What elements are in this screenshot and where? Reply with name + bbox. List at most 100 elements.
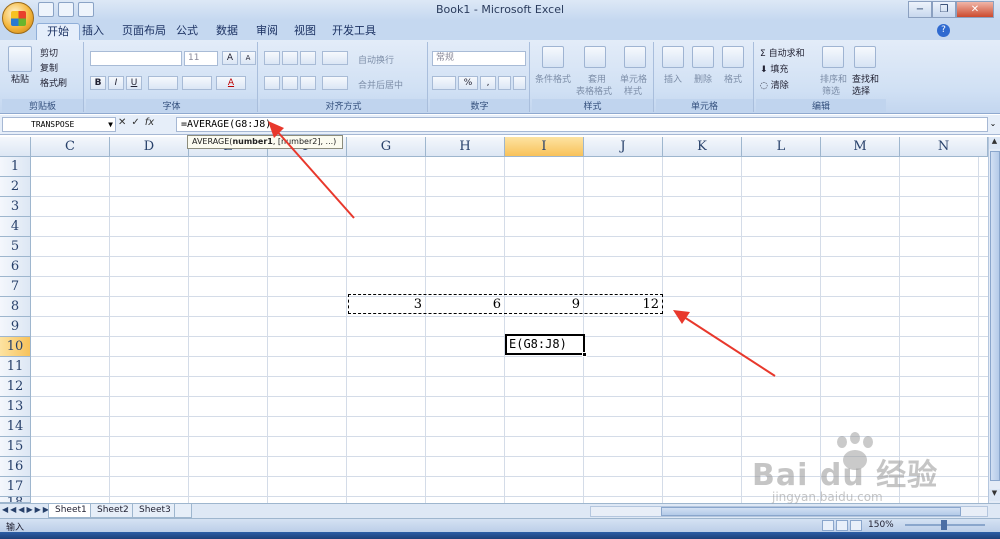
column-header[interactable]: D [110, 137, 189, 157]
row-header[interactable]: 16 [0, 457, 31, 477]
row-header[interactable]: 15 [0, 437, 31, 457]
row-header[interactable]: 3 [0, 197, 31, 217]
font-size-select[interactable]: 11 [184, 51, 218, 66]
font-name-select[interactable] [90, 51, 182, 66]
scroll-down-icon[interactable]: ▼ [989, 489, 1000, 501]
enter-icon[interactable]: ✓ [131, 117, 139, 128]
row-header-selected[interactable]: 10 [0, 337, 31, 357]
row-header[interactable]: 11 [0, 357, 31, 377]
zoom-level[interactable]: 150% [868, 520, 894, 530]
fill-button[interactable]: ⬇ 填充 [760, 62, 788, 75]
help-icon[interactable]: ? [937, 24, 950, 37]
active-cell-i10[interactable]: E(G8:J8) [505, 334, 587, 357]
underline-button[interactable]: U [126, 76, 142, 90]
page-layout-view-icon[interactable] [836, 520, 848, 531]
fill-color-button[interactable] [182, 76, 212, 90]
row-header[interactable]: 12 [0, 377, 31, 397]
comma-button[interactable]: , [480, 76, 496, 90]
expand-formula-bar-icon[interactable]: ⌄ [988, 117, 998, 132]
normal-view-icon[interactable] [822, 520, 834, 531]
grow-font-button[interactable]: A [222, 51, 238, 65]
row-header[interactable]: 9 [0, 317, 31, 337]
decrease-decimal-button[interactable] [513, 76, 526, 90]
tab-developer[interactable]: 开发工具 [322, 23, 386, 40]
column-header[interactable]: G [347, 137, 426, 157]
tab-review[interactable]: 审阅 [246, 23, 288, 40]
percent-button[interactable]: % [458, 76, 478, 90]
cancel-icon[interactable]: ✕ [118, 117, 126, 128]
wrap-text-button[interactable]: 自动换行 [358, 53, 394, 66]
vertical-scrollbar[interactable]: ▲ ▼ [988, 137, 1000, 503]
tab-formulas[interactable]: 公式 [166, 23, 208, 40]
column-header-selected[interactable]: I [505, 137, 584, 157]
formula-input[interactable]: =AVERAGE(G8:J8) [176, 117, 988, 132]
sheet-nav-arrows[interactable]: ◀◀◀▶▶▶ [2, 505, 51, 514]
delete-cells-button[interactable]: 删除 [694, 72, 712, 85]
tab-insert[interactable]: 插入 [72, 23, 114, 40]
zoom-slider[interactable] [905, 520, 985, 530]
row-header[interactable]: 4 [0, 217, 31, 237]
autosum-button[interactable]: Σ 自动求和 [760, 46, 805, 59]
paste-button[interactable]: 粘贴 [11, 72, 29, 85]
row-header[interactable]: 1 [0, 157, 31, 177]
align-bottom-button[interactable] [300, 51, 316, 65]
restore-button[interactable]: ❐ [932, 1, 956, 18]
copy-button[interactable]: 复制 [40, 61, 58, 74]
shrink-font-button[interactable]: A [240, 51, 256, 65]
indent-button[interactable] [322, 76, 348, 90]
row-header[interactable]: 5 [0, 237, 31, 257]
format-cells-button[interactable]: 格式 [724, 72, 742, 85]
merge-center-button[interactable]: 合并后居中 [358, 78, 403, 91]
row-header[interactable]: 2 [0, 177, 31, 197]
clear-button[interactable]: ◌ 清除 [760, 78, 789, 91]
select-all-corner[interactable] [0, 137, 31, 157]
column-header[interactable]: M [821, 137, 900, 157]
column-header[interactable]: H [426, 137, 505, 157]
italic-button[interactable]: I [108, 76, 124, 90]
sheet-tab-2[interactable]: Sheet2 [90, 504, 136, 518]
increase-decimal-button[interactable] [498, 76, 511, 90]
paste-icon[interactable] [8, 46, 32, 72]
column-header[interactable]: K [663, 137, 742, 157]
border-button[interactable] [148, 76, 178, 90]
insert-cells-button[interactable]: 插入 [664, 72, 682, 85]
name-box[interactable]: TRANSPOSE ▼ [2, 117, 116, 132]
row-header[interactable]: 14 [0, 417, 31, 437]
align-center-button[interactable] [282, 76, 298, 90]
insert-function-icon[interactable]: fx [145, 117, 154, 128]
align-top-button[interactable] [264, 51, 280, 65]
row-header[interactable]: 13 [0, 397, 31, 417]
column-header[interactable]: L [742, 137, 821, 157]
sheet-tab-3[interactable]: Sheet3 [132, 504, 178, 518]
align-left-button[interactable] [264, 76, 280, 90]
conditional-format-button[interactable]: 条件格式 [535, 72, 571, 85]
chevron-down-icon[interactable]: ▼ [108, 118, 113, 131]
vertical-scroll-thumb[interactable] [990, 151, 1000, 481]
column-header[interactable]: J [584, 137, 663, 157]
row-header[interactable]: 8 [0, 297, 31, 317]
row-header[interactable]: 6 [0, 257, 31, 277]
cut-button[interactable]: 剪切 [40, 46, 58, 59]
column-header[interactable]: N [900, 137, 988, 157]
font-color-button[interactable]: A [216, 76, 246, 90]
page-break-view-icon[interactable] [850, 520, 862, 531]
number-format-select[interactable]: 常规 [432, 51, 526, 66]
row-header[interactable]: 7 [0, 277, 31, 297]
scroll-up-icon[interactable]: ▲ [989, 137, 1000, 149]
zoom-slider-knob[interactable] [941, 520, 947, 530]
format-painter-button[interactable]: 格式刷 [40, 76, 67, 89]
column-header[interactable]: C [31, 137, 110, 157]
insert-sheet-icon[interactable] [174, 504, 192, 518]
fill-handle[interactable] [582, 352, 587, 357]
sheet-tab-1[interactable]: Sheet1 [48, 504, 94, 518]
minimize-button[interactable]: − [908, 1, 932, 18]
orientation-button[interactable] [322, 51, 348, 65]
bold-button[interactable]: B [90, 76, 106, 90]
row-header[interactable]: 17 [0, 477, 31, 497]
tab-view[interactable]: 视图 [284, 23, 326, 40]
tab-data[interactable]: 数据 [206, 23, 248, 40]
align-right-button[interactable] [300, 76, 316, 90]
close-button[interactable]: ✕ [956, 1, 994, 18]
office-button[interactable] [2, 2, 34, 34]
currency-button[interactable] [432, 76, 456, 90]
